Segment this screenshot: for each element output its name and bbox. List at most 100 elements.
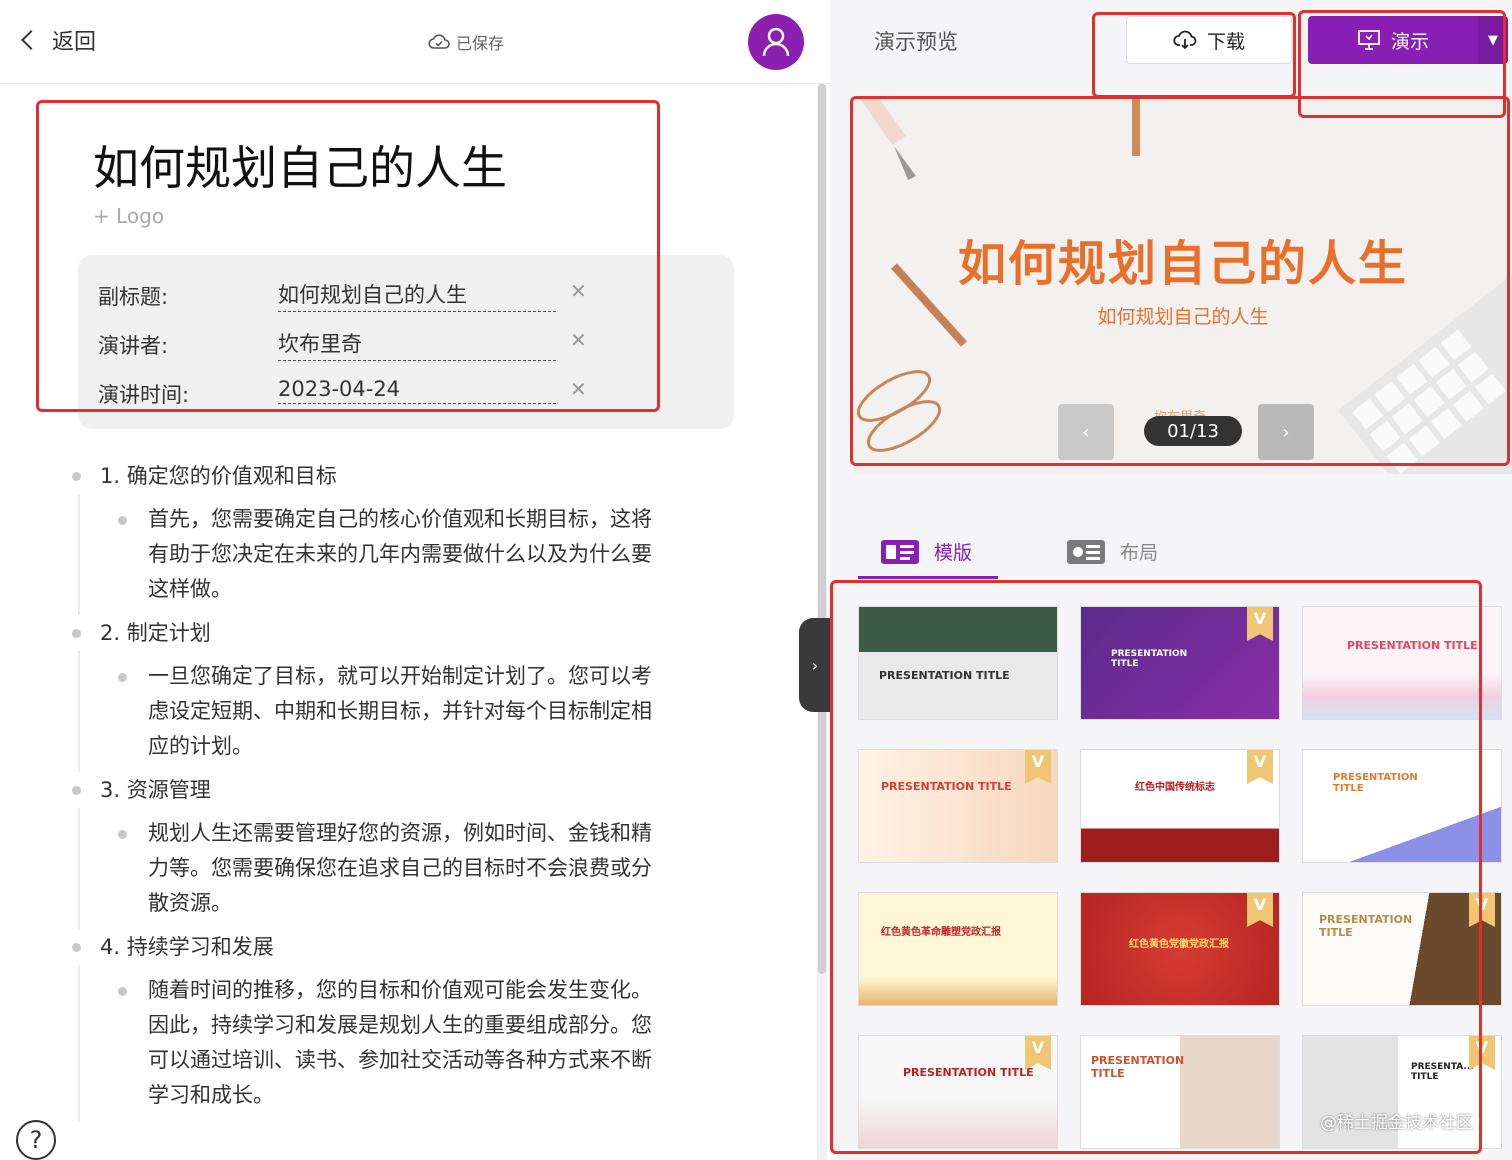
tab-template[interactable]: 模版 — [880, 538, 972, 565]
template-card[interactable]: PRESENTATION TITLE — [858, 606, 1058, 720]
section-body[interactable]: 一旦您确定了目标，就可以开始制定计划了。您可以考 虑设定短期、中期和长期目标，并… — [78, 651, 700, 772]
preview-title: 演示预览 — [874, 30, 958, 54]
section-heading[interactable]: 1. 确定您的价值观和目标 — [60, 458, 700, 494]
template-icon — [881, 539, 919, 564]
back-button[interactable]: 返回 — [20, 24, 96, 56]
template-card[interactable]: PRESENTATION TITLE V — [1080, 606, 1280, 720]
scrollbar-thumb[interactable] — [818, 84, 826, 974]
date-field[interactable]: 2023-04-24 — [278, 377, 556, 404]
vip-badge-icon: V — [1247, 750, 1273, 784]
template-card[interactable]: PRESENTATION TITLE — [1080, 1035, 1280, 1149]
preview-pane: 演示预览 下载 演示 ▼ 如何规划自己的人生 如何规划自己的人生 ‹ 01/13… — [830, 0, 1512, 1160]
template-tabs: 模版 布局 — [858, 532, 1478, 580]
slide-title: 如何规划自己的人生 — [957, 236, 1408, 292]
tab-layout-label: 布局 — [1120, 542, 1159, 564]
collapse-panel-button[interactable]: › — [799, 618, 831, 712]
template-card[interactable]: 红色中国传统标志 V — [1080, 749, 1280, 863]
outline-section: 2. 制定计划 一旦您确定了目标，就可以开始制定计划了。您可以考 虑设定短期、中… — [60, 615, 700, 772]
section-heading[interactable]: 2. 制定计划 — [60, 615, 700, 651]
save-status-label: 已保存 — [456, 34, 505, 53]
speaker-label: 演讲者: — [98, 334, 169, 358]
body-line: 随着时间的推移，您的目标和价值观可能会发生变化。 — [148, 978, 652, 1002]
user-icon — [762, 27, 790, 57]
body-line: 规划人生还需要管理好您的资源，例如时间、金钱和精 — [148, 821, 652, 845]
avatar[interactable] — [748, 14, 804, 70]
section-body[interactable]: 随着时间的推移，您的目标和价值观可能会发生变化。 因此，持续学习和发展是规划人生… — [78, 965, 700, 1121]
template-card[interactable]: PRESENTATION TITLE — [1302, 749, 1502, 863]
outline-section: 3. 资源管理 规划人生还需要管理好您的资源，例如时间、金钱和精 力等。您需要确… — [60, 772, 700, 929]
outline-section: 1. 确定您的价值观和目标 首先，您需要确定自己的核心价值观和长期目标，这将 有… — [60, 458, 700, 615]
bullet-icon — [118, 673, 127, 682]
vip-badge-icon: V — [1469, 893, 1495, 927]
body-line: 虑设定短期、中期和长期目标，并针对每个目标制定相 — [148, 699, 652, 723]
template-title: PRESENTATION TITLE — [903, 1066, 1034, 1079]
slide-subtitle: 如何规划自己的人生 — [1097, 306, 1269, 328]
previous-slide-button[interactable]: ‹ — [1058, 404, 1114, 460]
template-card[interactable]: PRESENTATION TITLE V — [858, 1035, 1058, 1149]
present-button[interactable]: 演示 — [1308, 16, 1478, 64]
back-label: 返回 — [52, 30, 97, 55]
presentation-icon — [1358, 30, 1380, 50]
add-logo-button[interactable]: + Logo — [93, 204, 164, 228]
clear-date-icon[interactable]: ✕ — [570, 377, 587, 401]
speaker-field[interactable]: 坎布里奇 — [278, 328, 556, 361]
vip-badge-icon: V — [1025, 1036, 1051, 1070]
bullet-icon — [118, 516, 127, 525]
template-title: PRESENTATION TITLE — [881, 780, 1012, 793]
template-card[interactable]: 红色黄色党徽党政汇报 V — [1080, 892, 1280, 1006]
template-card[interactable]: PRESENTATION TITLE V — [858, 749, 1058, 863]
template-title: 红色黄色党徽党政汇报 — [1129, 939, 1229, 950]
section-heading[interactable]: 3. 资源管理 — [60, 772, 700, 808]
body-line: 这样做。 — [148, 577, 232, 601]
body-line: 学习和成长。 — [148, 1083, 274, 1107]
outline: 1. 确定您的价值观和目标 首先，您需要确定自己的核心价值观和长期目标，这将 有… — [60, 458, 700, 1121]
body-line: 散资源。 — [148, 891, 232, 915]
outline-section: 4. 持续学习和发展 随着时间的推移，您的目标和价值观可能会发生变化。 因此，持… — [60, 929, 700, 1121]
template-title: PRESENTATION TITLE — [1091, 1054, 1185, 1080]
template-card[interactable]: PRESENTATION TITLE — [1302, 606, 1502, 720]
vip-badge-icon: V — [1025, 750, 1051, 784]
subtitle-field[interactable]: 如何规划自己的人生 — [278, 279, 556, 312]
body-line: 有助于您决定在未来的几年内需要做什么以及为什么要 — [148, 542, 652, 566]
template-card[interactable]: 红色黄色革命雕塑党政汇报 — [858, 892, 1058, 1006]
present-options-dropdown[interactable]: ▼ — [1478, 16, 1508, 64]
section-heading-text: 1. 确定您的价值观和目标 — [100, 464, 337, 488]
speaker-row: 演讲者: 坎布里奇 ✕ — [98, 324, 718, 364]
bullet-icon — [72, 629, 81, 638]
clear-subtitle-icon[interactable]: ✕ — [570, 279, 587, 303]
clear-speaker-icon[interactable]: ✕ — [570, 328, 587, 352]
chevron-left-icon: ‹ — [1082, 421, 1090, 443]
tab-layout[interactable]: 布局 — [1066, 538, 1158, 565]
section-heading[interactable]: 4. 持续学习和发展 — [60, 929, 700, 965]
cloud-download-icon — [1173, 30, 1197, 50]
body-line: 一旦您确定了目标，就可以开始制定计划了。您可以考 — [148, 664, 652, 688]
body-line: 首先，您需要确定自己的核心价值观和长期目标，这将 — [148, 507, 652, 531]
cloud-check-icon — [428, 34, 450, 49]
body-line: 力等。您需要确保您在追求自己的目标时不会浪费或分 — [148, 856, 652, 880]
vip-badge-icon: V — [1247, 893, 1273, 927]
top-bar: 返回 已保存 — [0, 0, 830, 84]
section-body[interactable]: 首先，您需要确定自己的核心价值观和长期目标，这将 有助于您决定在未来的几年内需要… — [78, 494, 700, 615]
caret-down-icon: ▼ — [1488, 32, 1498, 48]
download-label: 下载 — [1206, 30, 1245, 53]
present-label: 演示 — [1390, 30, 1429, 53]
template-title: PRESENTATION TITLE — [1333, 772, 1418, 794]
section-heading-text: 3. 资源管理 — [100, 778, 211, 802]
template-title: PRESENTATION TITLE — [1319, 913, 1413, 939]
body-line: 可以通过培训、读书、参加社交活动等各种方式来不断 — [148, 1048, 652, 1072]
document-title[interactable]: 如何规划自己的人生 — [93, 132, 507, 198]
app-root: 返回 已保存 如何规划自己的人生 + Logo 副标题: 如何规划自己的人生 ✕… — [0, 0, 1512, 1160]
bullet-icon — [72, 472, 81, 481]
section-body[interactable]: 规划人生还需要管理好您的资源，例如时间、金钱和精 力等。您需要确保您在追求自己的… — [78, 808, 700, 929]
subtitle-row: 副标题: 如何规划自己的人生 ✕ — [98, 275, 718, 315]
body-line: 因此，持续学习和发展是规划人生的重要组成部分。您 — [148, 1013, 652, 1037]
download-button[interactable]: 下载 — [1126, 16, 1292, 64]
help-icon[interactable]: ? — [16, 1120, 56, 1160]
template-card[interactable]: PRESENTATION TITLE V — [1302, 892, 1502, 1006]
layout-icon — [1067, 539, 1105, 564]
bullet-icon — [72, 943, 81, 952]
next-slide-button[interactable]: › — [1258, 404, 1314, 460]
vip-badge-icon: V — [1247, 607, 1273, 641]
bullet-icon — [72, 786, 81, 795]
slide-preview[interactable]: 如何规划自己的人生 如何规划自己的人生 坎布里奇 ‹ 01/13 › — [854, 96, 1512, 474]
